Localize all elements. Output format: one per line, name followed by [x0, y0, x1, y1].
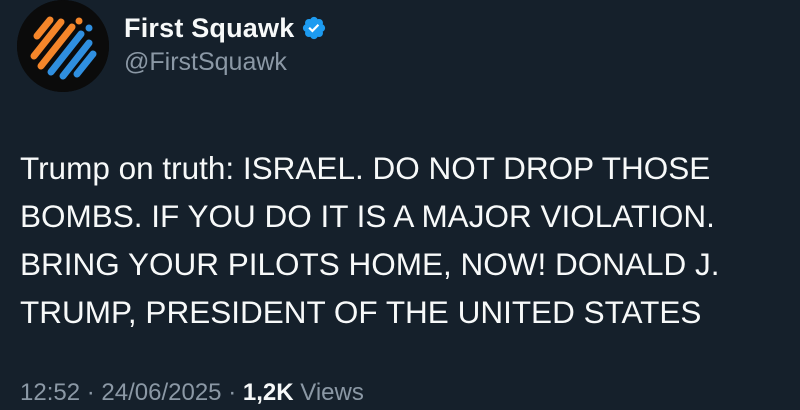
tweet-date[interactable]: 24/06/2025	[101, 379, 221, 406]
tweet-time[interactable]: 12:52	[20, 379, 80, 406]
views-label: Views	[300, 379, 364, 406]
tweet-text-line: TRUMP, PRESIDENT OF THE UNITED STATES	[20, 294, 702, 330]
tweet-card: First Squawk @FirstSquawk Trump on truth…	[0, 0, 800, 410]
tweet-text-line: BOMBS. IF YOU DO IT IS A MAJOR VIOLATION…	[20, 198, 715, 234]
meta-separator: ·	[228, 379, 237, 406]
meta-separator: ·	[86, 379, 95, 406]
verified-badge-icon[interactable]	[301, 15, 327, 41]
tweet-text: Trump on truth: ISRAEL. DO NOT DROP THOS…	[20, 144, 790, 336]
tweet-meta: 12:52 · 24/06/2025 · 1,2K Views	[20, 379, 364, 407]
tweet-text-line: Trump on truth: ISRAEL. DO NOT DROP THOS…	[20, 150, 711, 186]
tweet-text-line: BRING YOUR PILOTS HOME, NOW! DONALD J.	[20, 246, 720, 282]
author-handle[interactable]: @FirstSquawk	[124, 48, 287, 77]
avatar[interactable]	[17, 0, 109, 92]
views-count[interactable]: 1,2K	[243, 379, 294, 406]
first-squawk-logo-icon	[17, 0, 109, 92]
author-name-row: First Squawk	[124, 9, 327, 47]
display-name[interactable]: First Squawk	[124, 13, 294, 44]
